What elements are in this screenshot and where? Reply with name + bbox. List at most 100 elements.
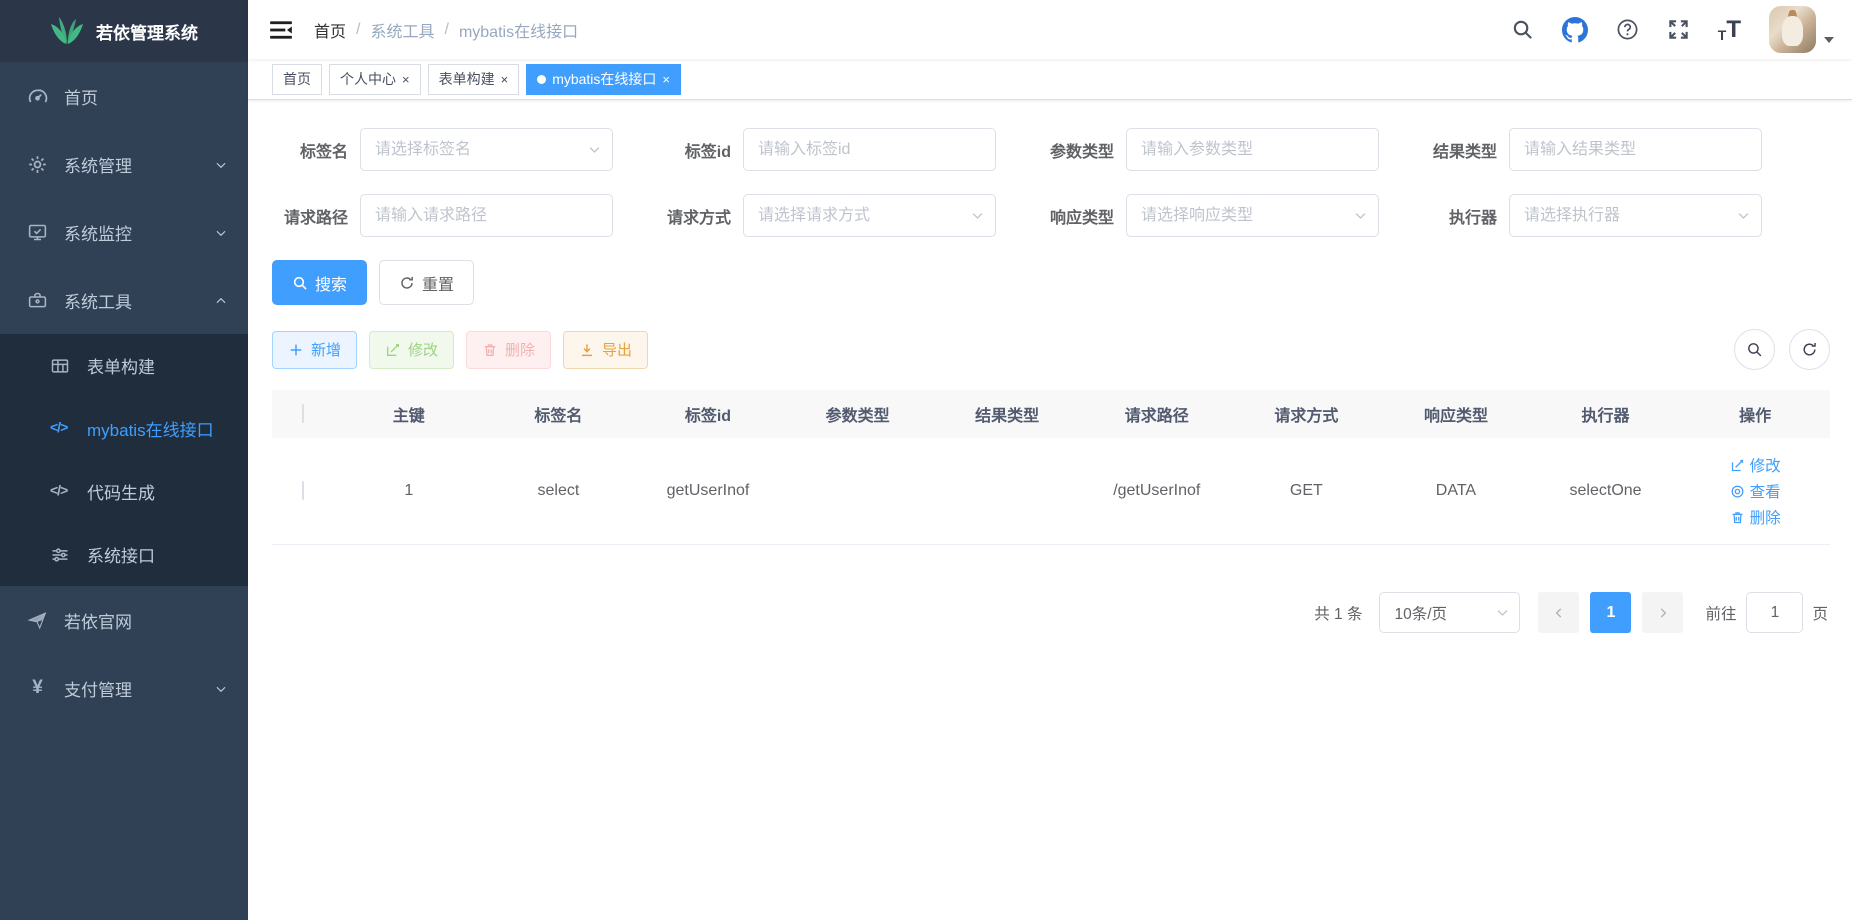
refresh-button[interactable] [1789,329,1830,370]
row-view-label: 查看 [1750,480,1781,502]
select-all-checkbox[interactable] [302,404,304,423]
sidebar-item-system-monitor[interactable]: 系统监控 [0,198,248,266]
toolbox-icon [27,290,48,311]
monitor-icon [27,222,48,243]
sidebar-item-system-tools[interactable]: 系统工具 [0,266,248,334]
filter-row-2: 请求路径 请求方式 响应类型 [272,194,1830,237]
reset-button[interactable]: 重置 [379,260,474,305]
tag-name-select[interactable] [360,128,613,171]
close-icon[interactable]: × [402,73,410,86]
add-button[interactable]: 新增 [272,331,357,369]
request-path-input[interactable] [360,194,613,237]
filter-buttons: 搜索 重置 [272,260,1830,305]
field-label: 执行器 [1421,204,1509,228]
sidebar: 若依管理系统 首页 系统管理 [0,0,248,920]
sidebar-item-label: 若依官网 [64,608,132,633]
tag-id-input[interactable] [743,128,996,171]
close-icon[interactable]: × [662,73,670,86]
tab-home[interactable]: 首页 [272,64,322,95]
chevron-up-icon [214,293,228,307]
pagination: 共 1 条 1 前往 页 [272,592,1830,633]
row-delete-link[interactable]: 删除 [1730,506,1781,528]
fullscreen-icon[interactable] [1667,18,1690,41]
sidebar-item-label: 支付管理 [64,676,132,701]
search-button[interactable]: 搜索 [272,260,367,305]
sidebar-item-payment-management[interactable]: ¥ 支付管理 [0,654,248,722]
sidebar-item-code-generation[interactable]: </> 代码生成 [0,460,248,523]
next-page-button[interactable] [1642,592,1683,633]
field-label: 请求方式 [655,204,743,228]
col-header-param-type: 参数类型 [783,390,933,438]
edit-button[interactable]: 修改 [369,331,454,369]
sidebar-item-label: 系统工具 [64,288,132,313]
sidebar-item-label: 首页 [64,84,98,109]
result-type-input[interactable] [1509,128,1762,171]
reset-button-label: 重置 [422,271,454,295]
request-method-select[interactable] [743,194,996,237]
sidebar-collapse-icon[interactable] [268,17,294,43]
tab-mybatis-api[interactable]: mybatis在线接口 × [526,64,681,95]
param-type-input[interactable] [1126,128,1379,171]
sidebar-item-home[interactable]: 首页 [0,62,248,130]
delete-button-label: 删除 [505,339,535,360]
row-actions: 修改 查看 删除 [1680,454,1830,528]
row-checkbox[interactable] [302,481,304,500]
cell-tag-id: getUserInof [633,438,783,545]
page-size-select[interactable] [1379,592,1520,633]
table-icon [50,356,70,376]
col-header-actions: 操作 [1680,390,1830,438]
row-edit-link[interactable]: 修改 [1730,454,1781,476]
chevron-down-icon [214,681,228,695]
sidebar-item-form-builder[interactable]: 表单构建 [0,334,248,397]
delete-button[interactable]: 删除 [466,331,551,369]
show-search-button[interactable] [1734,329,1775,370]
sidebar-submenu-system-tools: 表单构建 </> mybatis在线接口 </> 代码生成 系统接口 [0,334,248,586]
search-icon [292,275,308,291]
field-label: 参数类型 [1038,138,1126,162]
sidebar-item-system-api[interactable]: 系统接口 [0,523,248,586]
row-view-link[interactable]: 查看 [1730,480,1781,502]
sidebar-item-mybatis-api[interactable]: </> mybatis在线接口 [0,397,248,460]
breadcrumb-separator: / [444,21,448,39]
question-icon[interactable] [1616,18,1639,41]
font-size-icon[interactable]: TT [1718,18,1741,42]
field-label: 标签名 [272,138,360,162]
page-unit-label: 页 [1812,602,1828,624]
cell-id: 1 [334,438,484,545]
cell-executor: selectOne [1531,438,1681,545]
close-icon[interactable]: × [501,73,509,86]
user-menu[interactable] [1769,6,1834,53]
col-header-tag-name: 标签名 [484,390,634,438]
main-area: 首页 / 系统工具 / mybatis在线接口 [248,0,1852,920]
executor-select[interactable] [1509,194,1762,237]
table-header-row: 主键 标签名 标签id 参数类型 结果类型 请求路径 请求方式 响应类型 执行器… [272,390,1830,438]
cell-tag-name: select [484,438,634,545]
search-icon[interactable] [1511,18,1534,41]
breadcrumb-home[interactable]: 首页 [314,18,346,42]
sliders-icon [50,545,70,565]
col-header-method: 请求方式 [1232,390,1382,438]
page-number-button[interactable]: 1 [1590,592,1631,633]
sidebar-item-label: 代码生成 [87,479,155,504]
cell-method: GET [1232,438,1382,545]
tab-form-builder[interactable]: 表单构建 × [428,64,520,95]
github-icon[interactable] [1562,17,1588,43]
cell-param-type [783,438,933,545]
field-label: 结果类型 [1421,138,1509,162]
sidebar-item-ruoyi-website[interactable]: 若依官网 [0,586,248,654]
sidebar-item-system-management[interactable]: 系统管理 [0,130,248,198]
response-type-select[interactable] [1126,194,1379,237]
table-row[interactable]: 1 select getUserInof /getUserInof GET DA… [272,438,1830,545]
tab-label: 个人中心 [340,69,396,89]
export-button[interactable]: 导出 [563,331,648,369]
avatar[interactable] [1769,6,1816,53]
chevron-down-icon [214,157,228,171]
goto-page-input[interactable] [1746,592,1803,633]
chevron-left-icon [1552,606,1566,620]
tab-label: 首页 [283,69,311,89]
prev-page-button[interactable] [1538,592,1579,633]
app-logo[interactable]: 若依管理系统 [0,0,248,62]
col-header-result-type: 结果类型 [932,390,1082,438]
tab-profile[interactable]: 个人中心 × [329,64,421,95]
tab-label: 表单构建 [439,69,495,89]
